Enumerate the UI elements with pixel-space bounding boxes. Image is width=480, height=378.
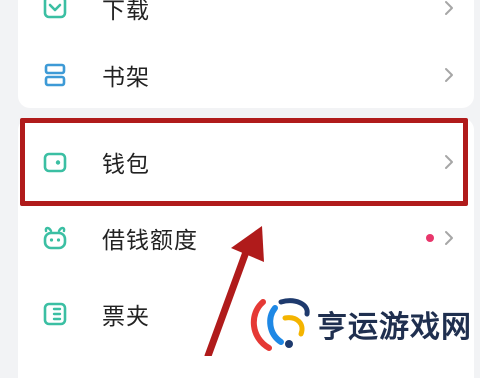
ticket-folder-icon xyxy=(40,299,70,329)
menu-item-label: 钱包 xyxy=(102,152,150,178)
wallet-icon xyxy=(40,147,70,177)
chevron-right-icon xyxy=(442,152,456,172)
watermark: 亨运游戏网 xyxy=(245,294,472,354)
chevron-right-icon xyxy=(442,0,456,18)
loan-icon xyxy=(40,223,70,253)
menu-item-label: 下载 xyxy=(102,0,150,24)
menu-card-top: 下载 书架 xyxy=(18,0,474,108)
menu-item-label: 借钱额度 xyxy=(102,228,198,254)
menu-item-label: 书架 xyxy=(102,65,150,91)
bookshelf-icon xyxy=(40,60,70,90)
watermark-text: 亨运游戏网 xyxy=(317,310,472,345)
menu-item-bookshelf[interactable]: 书架 xyxy=(18,37,474,113)
notification-dot xyxy=(426,234,434,242)
download-icon xyxy=(40,0,70,23)
menu-item-wallet[interactable]: 钱包 xyxy=(18,124,474,200)
menu-item-label: 票夹 xyxy=(102,304,150,330)
chevron-right-icon xyxy=(442,65,456,85)
watermark-logo-icon xyxy=(251,298,310,351)
chevron-right-icon xyxy=(442,228,456,248)
menu-item-loan-limit[interactable]: 借钱额度 xyxy=(18,200,474,276)
